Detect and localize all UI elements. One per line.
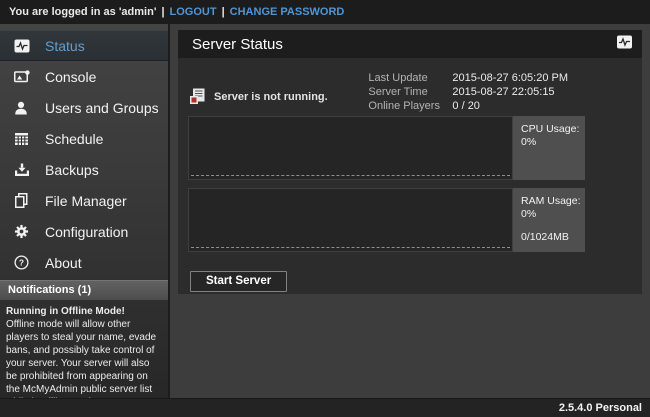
- question-icon: ?: [13, 254, 30, 271]
- version-text: 2.5.4.0 Personal: [559, 402, 642, 414]
- notification-body-text: Offline mode will allow other players to…: [6, 318, 162, 409]
- footer-bar: 2.5.4.0 Personal: [0, 398, 650, 417]
- cpu-usage-panel: CPU Usage: 0%: [513, 116, 585, 180]
- ram-usage-graph: [188, 188, 513, 252]
- info-label: Server Time: [368, 85, 452, 99]
- page-title: Server Status: [192, 36, 283, 53]
- panel-body: Server is not running. Last Update 2015-…: [178, 58, 642, 294]
- sidebar-item-schedule[interactable]: Schedule: [0, 123, 168, 154]
- logged-in-text: You are logged in as 'admin': [9, 6, 156, 18]
- server-info-table: Last Update 2015-08-27 6:05:20 PM Server…: [368, 71, 568, 116]
- ram-usage-value: 0%: [521, 208, 581, 221]
- notifications-header: Notifications (1): [0, 280, 168, 300]
- status-pulse-icon: [616, 35, 633, 54]
- ram-usage-detail: 0/1024MB: [521, 231, 581, 244]
- separator: |: [161, 6, 164, 18]
- sidebar-item-about[interactable]: ? About: [0, 247, 168, 278]
- ram-usage-panel: RAM Usage: 0% 0/1024MB: [513, 188, 585, 252]
- graph-zero-baseline: [191, 175, 510, 176]
- sidebar-item-console[interactable]: Console: [0, 61, 168, 92]
- schedule-icon: [13, 130, 30, 147]
- change-password-link[interactable]: CHANGE PASSWORD: [230, 6, 345, 18]
- cpu-usage-row: CPU Usage: 0%: [188, 116, 632, 180]
- sidebar-item-label: Status: [45, 38, 85, 54]
- info-row-online-players: Online Players 0 / 20: [368, 99, 568, 113]
- top-bar: You are logged in as 'admin' | LOGOUT | …: [0, 0, 650, 24]
- status-info-row: Server is not running. Last Update 2015-…: [188, 68, 632, 116]
- sidebar-item-label: Schedule: [45, 131, 103, 147]
- server-status-text: Server is not running.: [214, 91, 328, 103]
- sidebar-item-label: Configuration: [45, 224, 128, 240]
- sidebar-item-backups[interactable]: Backups: [0, 154, 168, 185]
- notification-item: Running in Offline Mode! Offline mode wi…: [0, 300, 168, 414]
- backups-icon: [13, 161, 30, 178]
- server-status-message: Server is not running.: [190, 78, 328, 116]
- ram-usage-row: RAM Usage: 0% 0/1024MB: [188, 188, 632, 252]
- sidebar: Status Console Users and Groups Schedule: [0, 24, 170, 398]
- panel-header: Server Status: [178, 30, 642, 58]
- file-manager-icon: [13, 192, 30, 209]
- info-value: 2015-08-27 6:05:20 PM: [452, 71, 568, 85]
- server-stopped-icon: [190, 88, 205, 107]
- sidebar-item-label: File Manager: [45, 193, 127, 209]
- graph-zero-baseline: [191, 247, 510, 248]
- start-server-button[interactable]: Start Server: [190, 271, 287, 292]
- logout-link[interactable]: LOGOUT: [170, 6, 217, 18]
- sidebar-item-label: Backups: [45, 162, 99, 178]
- console-icon: [13, 68, 30, 85]
- info-value: 2015-08-27 22:05:15: [452, 85, 554, 99]
- notification-title: Running in Offline Mode!: [6, 305, 162, 318]
- server-status-panel: Server Status Server is not running. Las…: [178, 30, 642, 294]
- svg-text:?: ?: [19, 258, 24, 268]
- sidebar-item-configuration[interactable]: Configuration: [0, 216, 168, 247]
- sidebar-item-label: Console: [45, 69, 96, 85]
- sidebar-item-status[interactable]: Status: [0, 30, 168, 61]
- sidebar-nav: Status Console Users and Groups Schedule: [0, 24, 168, 278]
- users-icon: [13, 99, 30, 116]
- info-label: Online Players: [368, 99, 452, 113]
- cpu-usage-label: CPU Usage:: [521, 123, 581, 136]
- gear-icon: [13, 223, 30, 240]
- sidebar-item-users-and-groups[interactable]: Users and Groups: [0, 92, 168, 123]
- cpu-usage-value: 0%: [521, 136, 581, 149]
- info-value: 0 / 20: [452, 99, 480, 113]
- info-row-server-time: Server Time 2015-08-27 22:05:15: [368, 85, 568, 99]
- info-label: Last Update: [368, 71, 452, 85]
- notifications-section: Notifications (1) Running in Offline Mod…: [0, 280, 168, 414]
- sidebar-item-label: Users and Groups: [45, 100, 159, 116]
- info-row-last-update: Last Update 2015-08-27 6:05:20 PM: [368, 71, 568, 85]
- sidebar-item-label: About: [45, 255, 82, 271]
- separator: |: [222, 6, 225, 18]
- sidebar-item-file-manager[interactable]: File Manager: [0, 185, 168, 216]
- ram-usage-label: RAM Usage:: [521, 195, 581, 208]
- status-pulse-icon: [13, 37, 30, 54]
- cpu-usage-graph: [188, 116, 513, 180]
